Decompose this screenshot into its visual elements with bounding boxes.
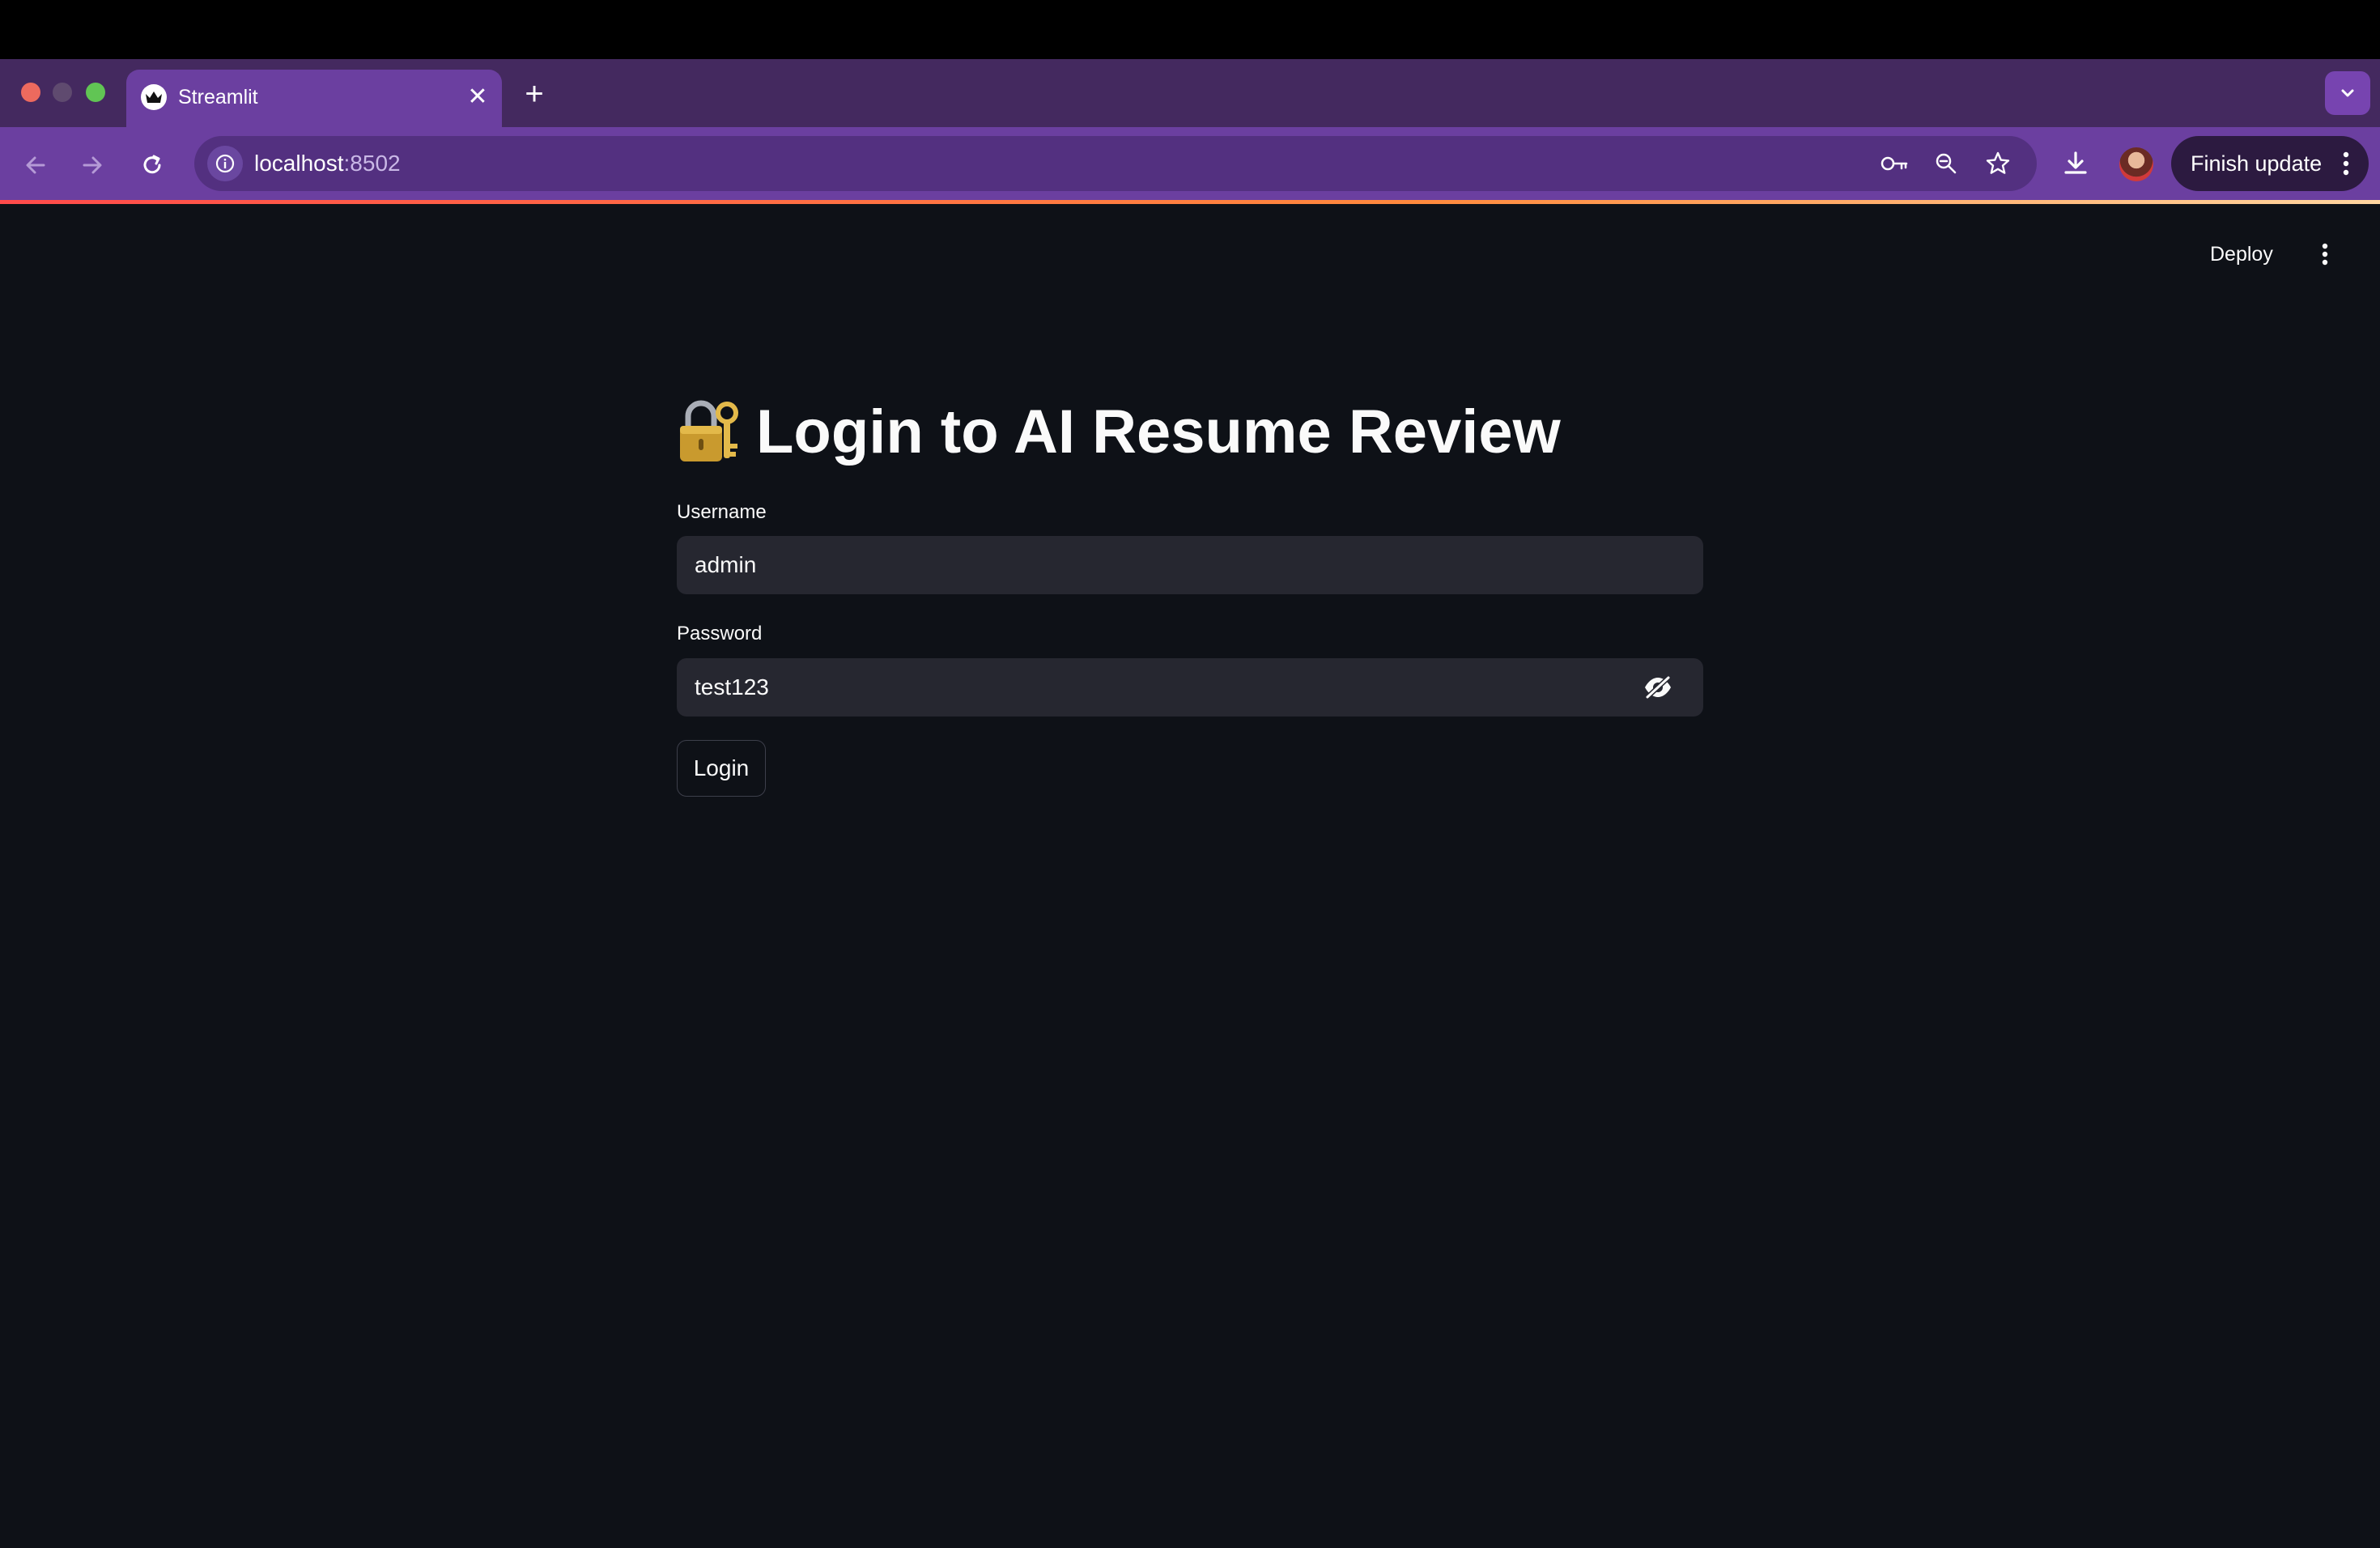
new-tab-button[interactable]: + [518,78,550,110]
window-zoom-button[interactable] [86,83,105,102]
username-label: Username [677,501,767,523]
main-menu-button[interactable] [2309,238,2341,270]
url-host: localhost [254,151,344,176]
tab-close-icon[interactable]: ✕ [461,81,494,113]
finish-update-label: Finish update [2191,151,2323,176]
streamlit-loading-bar [0,200,2380,204]
key-icon[interactable] [1878,147,1910,180]
password-value[interactable]: test123 [695,671,769,704]
tab-search-button[interactable] [2325,71,2370,115]
username-value[interactable]: admin [695,549,756,581]
chevron-down-icon [2341,89,2354,97]
star-icon[interactable] [1982,147,2014,180]
url-text[interactable]: localhost:8502 [254,147,401,180]
forward-arrow-icon[interactable] [73,146,112,185]
streamlit-crown-icon [141,84,167,110]
finish-update-button[interactable]: Finish update [2171,136,2369,191]
window-minimize-button[interactable] [53,83,72,102]
password-label: Password [677,623,763,644]
download-icon[interactable] [2056,144,2095,183]
eye-slash-icon[interactable] [1642,671,1674,704]
info-icon[interactable] [207,146,243,181]
deploy-button[interactable]: Deploy [2210,238,2273,270]
page-title-text: Login to AI Resume Review [756,398,1561,466]
zoom-out-icon[interactable] [1930,147,1962,180]
page-title: Login to AI Resume Review [677,390,1561,474]
password-field[interactable]: test123 [677,658,1703,717]
tab-title: Streamlit [178,86,258,108]
lock-with-key-icon [680,400,738,461]
login-button-label: Login [693,755,750,780]
profile-avatar[interactable] [2119,147,2153,181]
more-vert-icon [2322,243,2328,266]
browser-tab-active[interactable]: Streamlit ✕ [126,70,502,127]
screen-top-bar [0,0,2380,59]
window-close-button[interactable] [21,83,40,102]
url-port: :8502 [343,151,401,176]
back-arrow-icon[interactable] [16,146,55,185]
reload-icon[interactable] [133,146,172,185]
username-field[interactable]: admin [677,536,1703,594]
address-bar[interactable]: localhost:8502 [194,136,2037,191]
login-button[interactable]: Login [677,740,766,797]
more-vert-icon [2335,147,2357,180]
